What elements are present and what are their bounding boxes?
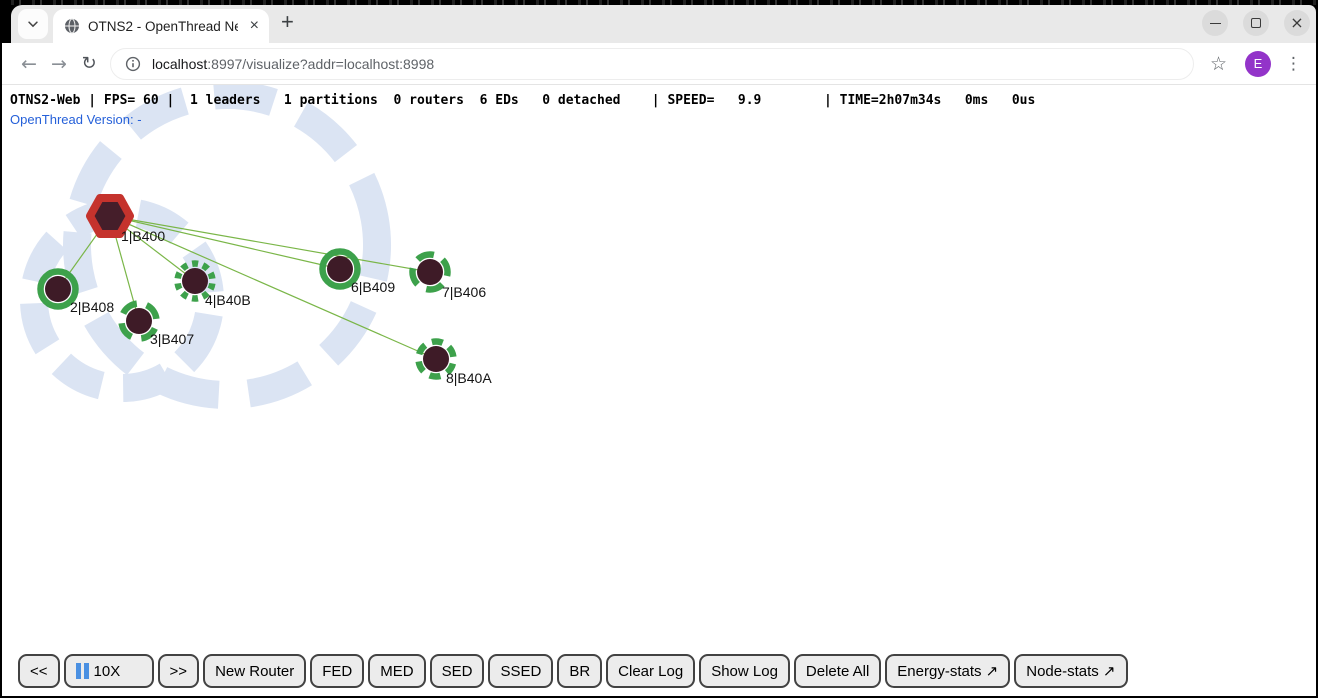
address-toolbar: ← → ↻ localhost:8997/visualize?addr=loca… (2, 43, 1316, 85)
forward-button[interactable]: → (44, 49, 74, 79)
node-label: 7|B406 (442, 284, 486, 300)
bookmark-star-icon[interactable]: ☆ (1202, 53, 1235, 75)
new-router-button[interactable]: New Router (203, 654, 306, 688)
fast-forward-button[interactable]: >> (158, 654, 200, 688)
button-label: << (30, 663, 48, 680)
node-label: 4|B40B (205, 292, 251, 308)
reload-button[interactable]: ↻ (74, 49, 104, 79)
network-canvas[interactable]: 1|B400 2|B408 3|B407 4|B40B 6|B409 7|B406 8|B4… (2, 85, 1316, 695)
status-block: OTNS2-Web | FPS= 60 | 1 leaders 1 partit… (10, 93, 1035, 127)
minimize-icon (1210, 23, 1221, 24)
page-content: 1|B400 2|B408 3|B407 4|B40B 6|B409 7|B406 8|B4… (2, 85, 1316, 696)
med-button[interactable]: MED (368, 654, 425, 688)
node-body (45, 276, 71, 302)
minimize-button[interactable] (1202, 10, 1228, 36)
button-label: BR (569, 663, 590, 680)
node-label: 3|B407 (150, 331, 194, 347)
button-label: Node-stats ↗ (1026, 662, 1115, 680)
url-path: :8997/visualize?addr=localhost:8998 (207, 56, 434, 72)
close-button[interactable]: × (1284, 10, 1310, 36)
button-label: SED (442, 663, 473, 680)
button-label: MED (380, 663, 413, 680)
end-device-node[interactable]: 8|B40A (415, 338, 493, 386)
menu-dots-icon[interactable]: ⋮ (1281, 54, 1306, 74)
node-label: 2|B408 (70, 299, 114, 315)
ssed-button[interactable]: SSED (488, 654, 553, 688)
node-label: 1|B400 (121, 228, 165, 244)
url-bar[interactable]: localhost:8997/visualize?addr=localhost:… (110, 48, 1194, 80)
tab-close-icon[interactable]: × (246, 18, 263, 34)
url-host: localhost (152, 56, 207, 72)
node-stats-button[interactable]: Node-stats ↗ (1014, 654, 1127, 688)
sed-button[interactable]: SED (430, 654, 485, 688)
delete-all-button[interactable]: Delete All (794, 654, 881, 688)
tab-search-button[interactable] (18, 9, 48, 39)
browser-tab[interactable]: OTNS2 - OpenThread Ne × (53, 9, 269, 43)
node-body (417, 259, 443, 285)
button-label: SSED (500, 663, 541, 680)
globe-icon (64, 18, 80, 34)
button-label: FED (322, 663, 352, 680)
br-button[interactable]: BR (557, 654, 602, 688)
status-line: OTNS2-Web | FPS= 60 | 1 leaders 1 partit… (10, 93, 1035, 108)
maximize-icon (1251, 18, 1261, 28)
new-tab-button[interactable]: + (281, 9, 294, 35)
node-body (126, 308, 152, 334)
button-label: Energy-stats ↗ (897, 662, 998, 680)
node-label: 6|B409 (351, 279, 395, 295)
energy-stats-button[interactable]: Energy-stats ↗ (885, 654, 1010, 688)
speed-button[interactable]: 10X (64, 654, 154, 688)
end-device-node[interactable]: 7|B406 (405, 247, 486, 300)
info-icon[interactable] (125, 56, 141, 72)
show-log-button[interactable]: Show Log (699, 654, 790, 688)
window-controls: × (1202, 10, 1310, 36)
button-label: Delete All (806, 663, 869, 680)
rewind-button[interactable]: << (18, 654, 60, 688)
tab-strip: OTNS2 - OpenThread Ne × + × (2, 5, 1316, 43)
back-button[interactable]: ← (14, 49, 44, 79)
node-body (423, 346, 449, 372)
button-label: Clear Log (618, 663, 683, 680)
button-label: New Router (215, 663, 294, 680)
url-text: localhost:8997/visualize?addr=localhost:… (152, 56, 434, 72)
maximize-button[interactable] (1243, 10, 1269, 36)
avatar[interactable]: E (1245, 51, 1271, 77)
node-label: 8|B40A (446, 370, 492, 386)
fed-button[interactable]: FED (310, 654, 364, 688)
button-label: 10X (94, 663, 121, 680)
pause-icon (76, 663, 89, 679)
bottom-toolbar: << 10X >> New Router FED MED SED SSED BR Clear Lo… (18, 654, 1128, 688)
clear-log-button[interactable]: Clear Log (606, 654, 695, 688)
browser-window: OTNS2 - OpenThread Ne × + × ← → ↻ localh… (2, 5, 1316, 696)
openthread-version-link[interactable]: OpenThread Version: - (10, 112, 142, 127)
tab-title: OTNS2 - OpenThread Ne (88, 19, 238, 34)
chevron-down-icon (26, 17, 40, 31)
button-label: >> (170, 663, 188, 680)
node-body (327, 256, 353, 282)
button-label: Show Log (711, 663, 778, 680)
node-body (182, 268, 208, 294)
